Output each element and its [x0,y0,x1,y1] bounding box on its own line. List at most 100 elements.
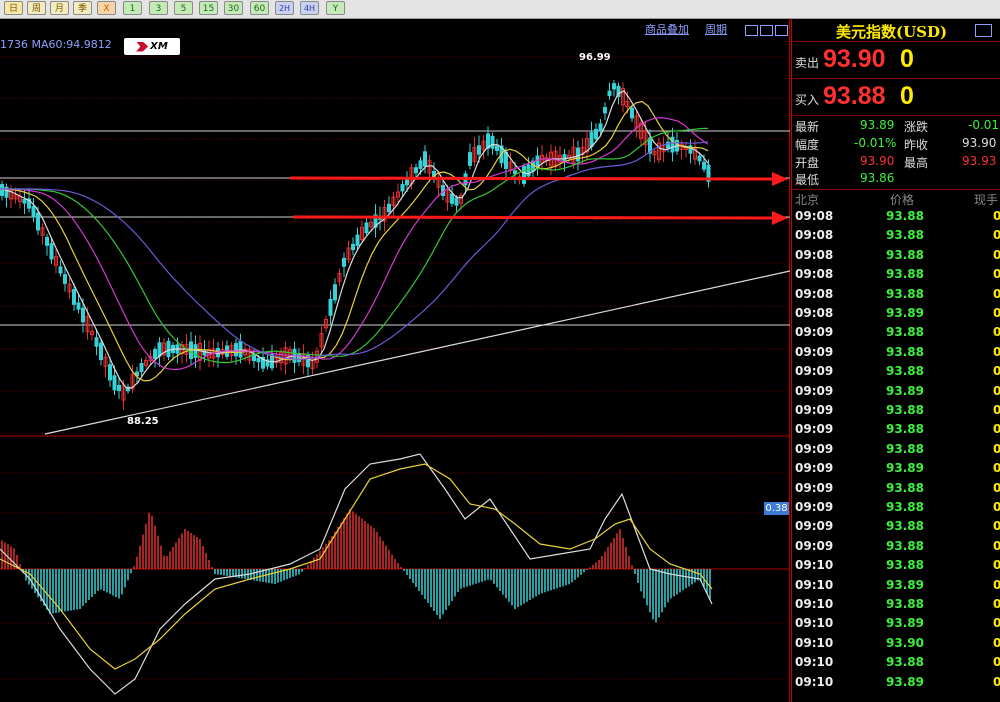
tick-row[interactable]: 09:09 93.88 0 [792,442,1000,461]
sell-quote: 卖出 93.90 0 [792,42,1000,79]
buy-price: 93.88 [823,82,886,110]
period-button-10[interactable]: 60 [250,1,269,15]
tick-row[interactable]: 09:08 93.88 0 [792,228,1000,247]
candlestick-chart[interactable] [0,19,790,702]
tick-row[interactable]: 09:10 93.88 0 [792,655,1000,674]
period-button-13[interactable]: Y [326,1,345,15]
tick-row[interactable]: 09:10 93.89 0 [792,578,1000,597]
tick-row[interactable]: 09:10 93.88 0 [792,597,1000,616]
period-button-12[interactable]: 4H [300,1,319,15]
support-arrow-line [292,215,781,220]
tick-time: 09:09 [795,441,834,456]
candle-body [63,274,67,284]
tick-list-header: 北京 价格 现手 [792,190,1000,207]
candle-body [108,364,112,381]
tick-row[interactable]: 09:08 93.89 0 [792,306,1000,325]
tick-time: 09:08 [795,306,834,320]
period-button-0[interactable]: 日 [4,1,23,15]
candle-body [94,337,99,347]
high-value: 93.93 [962,154,997,168]
period-toolbar: 日周月季 X 1 3 5 15 30 60 2H 4H Y [0,0,1000,19]
candle-body [612,83,616,90]
period-button-2[interactable]: 月 [50,1,69,15]
tick-volume: 0 [993,635,1000,650]
candle-body [513,170,517,175]
tick-price: 93.88 [886,364,924,379]
candle-body [490,135,495,149]
tick-volume: 0 [993,519,1000,534]
tick-time: 09:10 [795,674,834,689]
tick-price: 93.88 [886,325,924,340]
tick-row[interactable]: 09:09 93.89 0 [792,384,1000,403]
tick-price: 93.88 [886,228,924,243]
tick-row[interactable]: 09:10 93.88 0 [792,558,1000,577]
quote-panel: 美元指数(USD) 卖出 93.90 0 买入 93.88 0 最新 93.89… [791,19,1000,702]
tick-time: 09:10 [795,655,834,670]
tick-row[interactable]: 09:09 93.89 0 [792,461,1000,480]
tick-price: 93.88 [886,519,924,534]
tick-time: 09:08 [795,228,834,243]
buy-volume: 0 [900,82,914,110]
period-button-7[interactable]: 5 [174,1,193,15]
tick-row[interactable]: 09:09 93.88 0 [792,519,1000,538]
tick-row[interactable]: 09:10 93.89 0 [792,675,1000,694]
tick-row[interactable]: 09:08 93.88 0 [792,267,1000,286]
candle-body [36,212,40,231]
tick-price: 93.88 [886,500,924,514]
tick-row[interactable]: 09:08 93.88 0 [792,209,1000,228]
candle-body [58,266,63,274]
low-price-label: 88.25 [127,416,159,427]
candle-body [112,375,117,391]
tick-row[interactable]: 09:09 93.88 0 [792,422,1000,441]
period-button-11[interactable]: 2H [275,1,294,15]
ma-line-60 [0,141,709,360]
overlay-menu-link[interactable]: 商品叠加 [645,21,689,37]
logo-text: XM [150,41,168,52]
candle-body [468,152,472,166]
tick-row[interactable]: 09:09 93.88 0 [792,500,1000,519]
tick-time: 09:08 [795,209,834,223]
tick-row[interactable]: 09:10 93.89 0 [792,616,1000,635]
zoom-out-icon[interactable] [760,25,773,36]
tick-time: 09:08 [795,267,834,282]
zoom-in-icon[interactable] [745,25,758,36]
tick-price: 93.88 [886,558,924,573]
tick-time: 09:09 [795,519,834,534]
tick-row[interactable]: 09:09 93.88 0 [792,481,1000,500]
tick-volume: 0 [993,209,1000,223]
period-button-3[interactable]: 季 [73,1,92,15]
period-button-4[interactable]: X [97,1,116,15]
period-button-6[interactable]: 3 [149,1,168,15]
tick-row[interactable]: 09:09 93.88 0 [792,325,1000,344]
chart-area[interactable]: 1736 MA60:94.9812 XM 商品叠加 周期 96.99 88.25… [0,19,790,702]
period-button-1[interactable]: 周 [27,1,46,15]
instrument-title: 美元指数(USD) [836,23,948,41]
latest-label: 最新 [795,120,820,134]
tick-row[interactable]: 09:09 93.88 0 [792,403,1000,422]
tick-price: 93.88 [886,655,924,670]
tick-time: 09:09 [795,325,834,340]
tick-row[interactable]: 09:09 93.88 0 [792,364,1000,383]
candle-body [477,145,481,155]
tick-row[interactable]: 09:08 93.88 0 [792,287,1000,306]
candle-body [414,167,418,174]
tick-row[interactable]: 09:08 93.88 0 [792,248,1000,267]
tick-volume: 0 [993,597,1000,611]
candle-body [45,236,49,246]
period-button-8[interactable]: 15 [199,1,218,15]
period-menu-link[interactable]: 周期 [705,21,727,37]
tick-volume: 0 [993,403,1000,417]
candle-body [342,257,346,267]
window-icon[interactable] [775,25,788,36]
panel-menu-icon[interactable] [975,24,992,37]
arrow-head-icon [772,211,788,225]
tick-row[interactable]: 09:09 93.88 0 [792,345,1000,364]
period-button-9[interactable]: 30 [224,1,243,15]
tick-price: 93.89 [886,383,924,398]
tick-row[interactable]: 09:09 93.88 0 [792,539,1000,558]
tick-row[interactable]: 09:10 93.90 0 [792,636,1000,655]
candle-body [423,151,427,167]
candle-body [486,133,490,149]
candle-body [418,160,423,169]
period-button-5[interactable]: 1 [123,1,142,15]
